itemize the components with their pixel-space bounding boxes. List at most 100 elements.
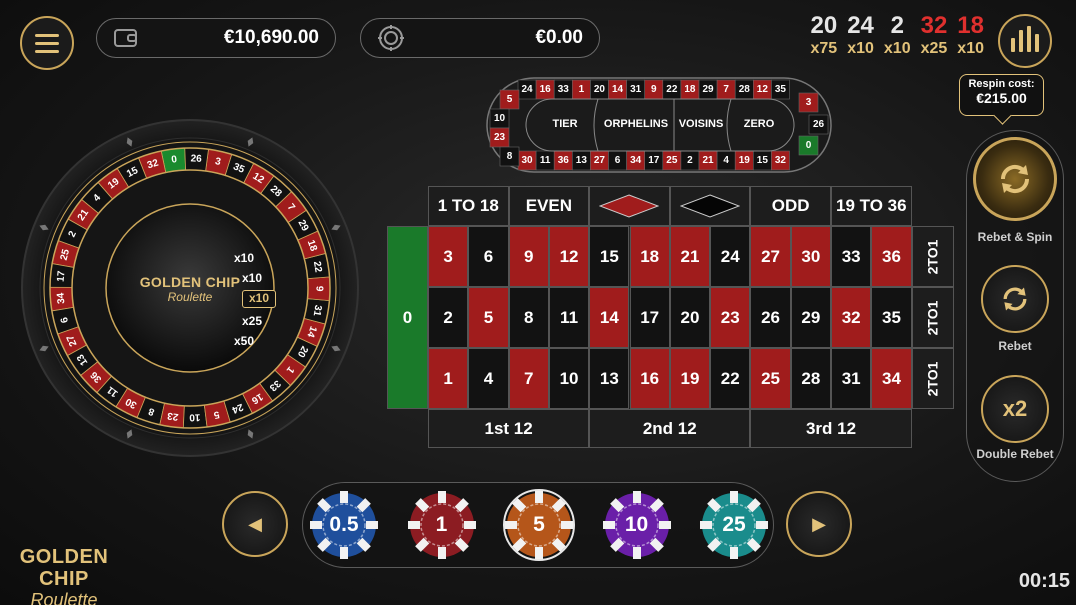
racetrack-number: 18 [684, 84, 696, 95]
outside-bet-black[interactable] [669, 186, 751, 226]
number-cell[interactable]: 25 [750, 348, 791, 409]
racetrack-number: 25 [666, 155, 678, 166]
rebet-spin-button[interactable] [973, 137, 1057, 221]
number-cell[interactable]: 29 [790, 287, 831, 348]
chip-value: 1 [435, 513, 448, 536]
number-cell[interactable]: 36 [871, 226, 912, 287]
chips-next-button[interactable]: ▶ [786, 491, 852, 557]
number-cell[interactable]: 12 [548, 226, 590, 287]
number-cell[interactable]: 35 [871, 287, 912, 348]
history-multiplier: x10 [957, 40, 984, 57]
dozen-bet[interactable]: 1st 12 [428, 409, 590, 448]
chip-5[interactable]: 5 [503, 489, 575, 561]
wheel-pocket-number: 34 [55, 292, 67, 304]
history-multiplier: x75 [810, 40, 838, 57]
history-number: 32 [920, 12, 948, 39]
racetrack-tier[interactable]: TIER [536, 118, 594, 130]
racetrack-number: 15 [757, 155, 769, 166]
history-item: 24 x10 [847, 12, 874, 58]
number-cell[interactable]: 16 [629, 348, 670, 409]
wheel-pocket-number: 22 [311, 260, 324, 273]
number-cell[interactable]: 32 [831, 287, 872, 348]
outside-bet-1to18[interactable]: 1 TO 18 [428, 186, 509, 226]
number-cell[interactable]: 2 [428, 287, 469, 348]
number-cell[interactable]: 11 [548, 287, 590, 348]
racetrack-number: 3 [806, 97, 812, 108]
chip-0.5[interactable]: 0.5 [308, 489, 380, 561]
outside-bet-19to36[interactable]: 19 TO 36 [831, 186, 912, 226]
chip-1[interactable]: 1 [406, 489, 478, 561]
number-cell[interactable]: 3 [428, 226, 469, 287]
number-cell[interactable]: 6 [468, 226, 509, 287]
chip-25[interactable]: 25 [698, 489, 770, 561]
number-cell[interactable]: 19 [669, 348, 711, 409]
racetrack-number: 19 [739, 155, 751, 166]
racetrack-number: 24 [521, 84, 533, 95]
zero-cell[interactable]: 0 [387, 226, 428, 409]
menu-button[interactable] [20, 16, 74, 70]
column-bet-label: 2TO1 [924, 361, 941, 396]
column-bet[interactable]: 2TO1 [911, 287, 954, 348]
chips-prev-button[interactable]: ◀ [222, 491, 288, 557]
rebet-label: Rebet [998, 339, 1032, 353]
number-cell[interactable]: 30 [790, 226, 831, 287]
total-bet-value: €0.00 [535, 27, 583, 48]
number-cell[interactable]: 31 [831, 348, 872, 409]
racetrack-zero[interactable]: ZERO [734, 118, 784, 130]
racetrack-voisins[interactable]: VOISINS [674, 118, 728, 130]
racetrack-number: 17 [648, 155, 660, 166]
number-cell[interactable]: 14 [589, 287, 630, 348]
racetrack-number: 21 [702, 155, 714, 166]
number-cell[interactable]: 5 [468, 287, 509, 348]
number-cell[interactable]: 17 [629, 287, 670, 348]
racetrack-number: 35 [775, 84, 787, 95]
number-cell[interactable]: 20 [669, 287, 711, 348]
racetrack-number: 13 [576, 155, 588, 166]
number-cell[interactable]: 23 [710, 287, 751, 348]
number-cell[interactable]: 7 [508, 348, 549, 409]
racetrack-number: 34 [630, 155, 642, 166]
racetrack-bet-area[interactable]: 24 16 33 1 20 14 31 9 22 18 29 7 28 12 35 30 11 36 13 27 6 34… [486, 77, 832, 173]
outside-bet-red[interactable] [589, 186, 670, 226]
number-cell[interactable]: 21 [669, 226, 711, 287]
number-cell[interactable]: 24 [710, 226, 751, 287]
racetrack-number: 28 [739, 84, 751, 95]
outside-bet-even[interactable]: EVEN [508, 186, 590, 226]
betting-table: 01 TO 18 EVEN ODD 19 TO 36 3 6 9 12 15 18 21 24 27 30… [387, 186, 954, 450]
number-cell[interactable]: 22 [710, 348, 751, 409]
wheel-logo-title: GOLDEN CHIP [139, 274, 241, 290]
chip-value: 5 [533, 513, 545, 536]
number-cell[interactable]: 28 [790, 348, 831, 409]
number-cell[interactable]: 4 [468, 348, 509, 409]
wheel-pocket-number: 10 [189, 411, 201, 422]
racetrack-orphelins[interactable]: ORPHELINS [598, 118, 674, 130]
statistics-button[interactable] [998, 14, 1052, 68]
double-rebet-label: Double Rebet [976, 447, 1054, 461]
rebet-button[interactable] [981, 265, 1049, 333]
number-cell[interactable]: 10 [548, 348, 590, 409]
column-bet-label: 2TO1 [924, 300, 941, 335]
number-cell[interactable]: 18 [629, 226, 670, 287]
dozen-bet[interactable]: 3rd 12 [750, 409, 912, 448]
number-cell[interactable]: 33 [831, 226, 872, 287]
number-cell[interactable]: 13 [589, 348, 630, 409]
history-number: 24 [847, 12, 874, 39]
number-cell[interactable]: 8 [508, 287, 549, 348]
rebet-spin-label: Rebet & Spin [977, 230, 1053, 244]
number-cell[interactable]: 27 [750, 226, 791, 287]
history-number: 2 [890, 12, 904, 39]
respin-cost-value: €215.00 [976, 90, 1027, 106]
number-cell[interactable]: 26 [750, 287, 791, 348]
racetrack-number: 16 [540, 84, 552, 95]
double-rebet-button[interactable]: x2 [981, 375, 1049, 443]
number-cell[interactable]: 34 [871, 348, 912, 409]
number-cell[interactable]: 9 [508, 226, 549, 287]
outside-bet-odd[interactable]: ODD [750, 186, 831, 226]
column-bet[interactable]: 2TO1 [911, 348, 954, 409]
racetrack-number: 22 [666, 84, 678, 95]
number-cell[interactable]: 15 [589, 226, 630, 287]
chip-10[interactable]: 10 [601, 489, 673, 561]
column-bet[interactable]: 2TO1 [911, 226, 954, 287]
dozen-bet[interactable]: 2nd 12 [589, 409, 751, 448]
number-cell[interactable]: 1 [428, 348, 469, 409]
